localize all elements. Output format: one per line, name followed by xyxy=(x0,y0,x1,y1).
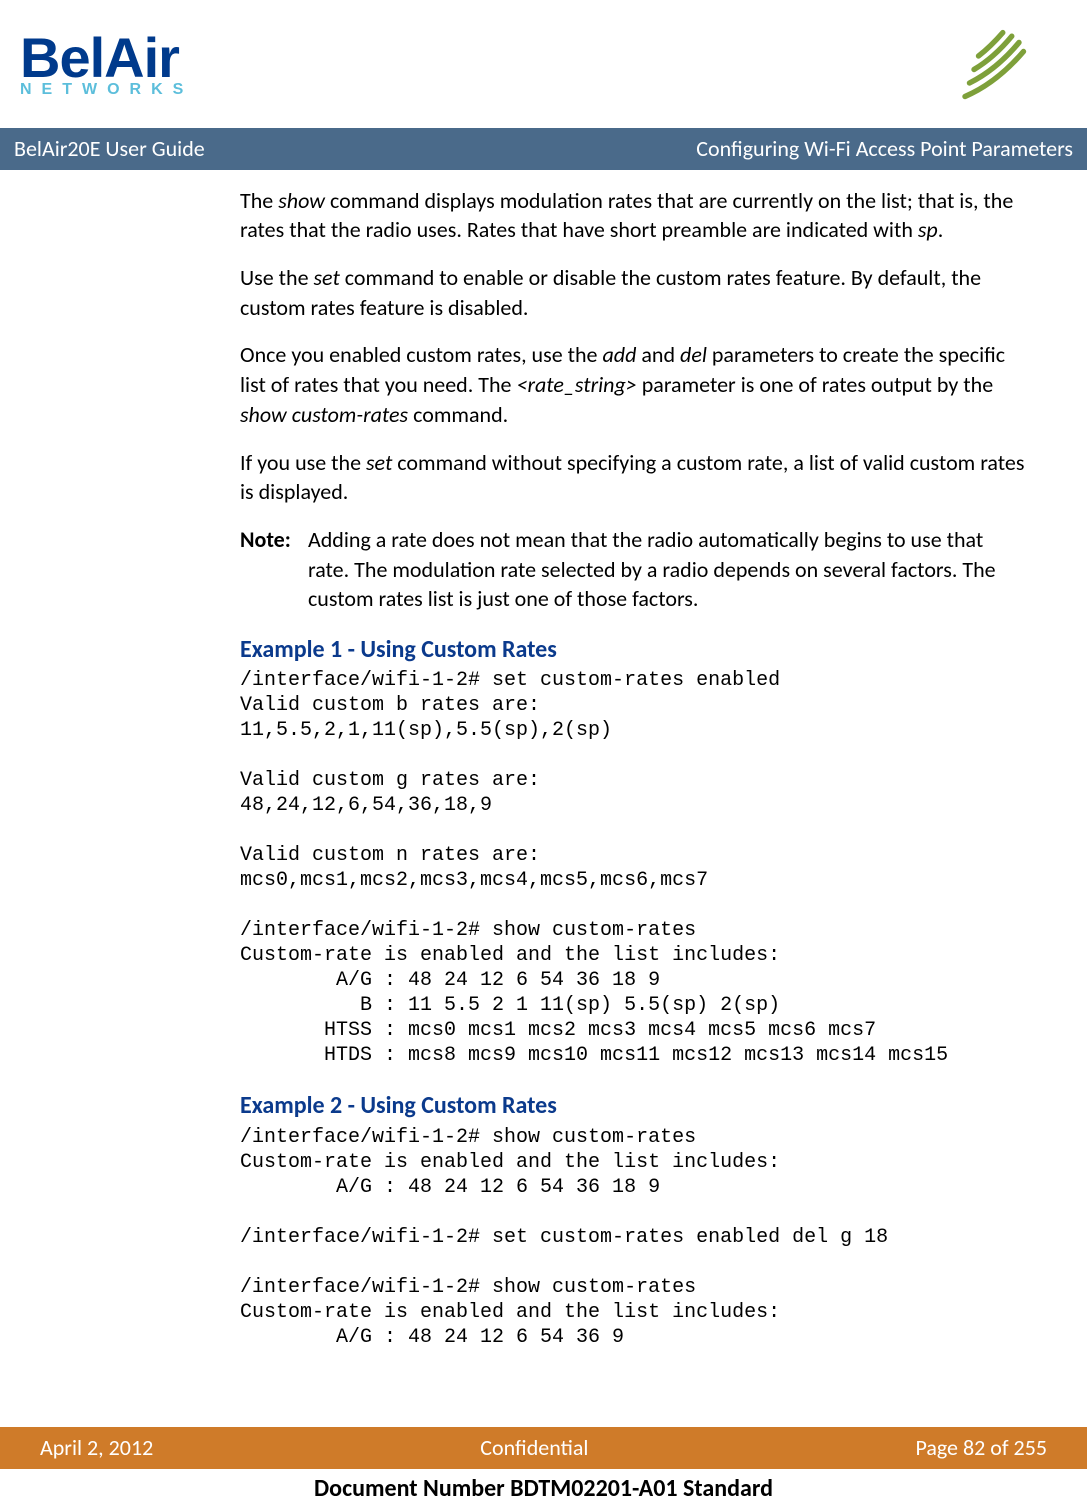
paragraph: Use the set command to enable or disable… xyxy=(240,263,1027,322)
example-1-heading: Example 1 - Using Custom Rates xyxy=(240,634,1027,666)
logo-subtext: NETWORKS xyxy=(20,83,193,97)
cmd-set: set xyxy=(366,449,392,476)
note-block: Note: Adding a rate does not mean that t… xyxy=(240,525,1027,614)
param-del: del xyxy=(680,341,707,368)
param-rate-string: <rate_string> xyxy=(516,371,636,398)
example-2-code: /interface/wifi-1-2# show custom-rates C… xyxy=(240,1125,1027,1350)
logo-swirl-icon xyxy=(937,20,1047,110)
main-content: The show command displays modulation rat… xyxy=(0,186,1087,1350)
title-bar: BelAir20E User Guide Configuring Wi-Fi A… xyxy=(0,128,1087,170)
paragraph: Once you enabled custom rates, use the a… xyxy=(240,340,1027,429)
footer-confidential: Confidential xyxy=(480,1433,588,1463)
note-body: Adding a rate does not mean that the rad… xyxy=(308,525,1027,614)
example-1-code: /interface/wifi-1-2# set custom-rates en… xyxy=(240,668,1027,1068)
cmd-show-custom-rates: show custom-rates xyxy=(240,401,408,428)
param-add: add xyxy=(602,341,636,368)
document-number: Document Number BDTM02201-A01 Standard xyxy=(0,1473,1087,1505)
paragraph: If you use the set command without speci… xyxy=(240,448,1027,507)
example-2-heading: Example 2 - Using Custom Rates xyxy=(240,1090,1027,1122)
logo: BelAir NETWORKS xyxy=(20,33,193,98)
cmd-set: set xyxy=(314,264,340,291)
note-label: Note: xyxy=(240,525,308,614)
footer-page: Page 82 of 255 xyxy=(915,1433,1047,1463)
term-sp: sp xyxy=(918,216,938,243)
cmd-show: show xyxy=(278,187,325,214)
logo-brand: BelAir xyxy=(20,33,193,83)
footer-bar: April 2, 2012 Confidential Page 82 of 25… xyxy=(0,1427,1087,1469)
guide-title: BelAir20E User Guide xyxy=(14,134,205,164)
paragraph: The show command displays modulation rat… xyxy=(240,186,1027,245)
footer-date: April 2, 2012 xyxy=(40,1433,153,1463)
section-title: Configuring Wi-Fi Access Point Parameter… xyxy=(696,134,1073,164)
page-header: BelAir NETWORKS xyxy=(0,0,1087,120)
